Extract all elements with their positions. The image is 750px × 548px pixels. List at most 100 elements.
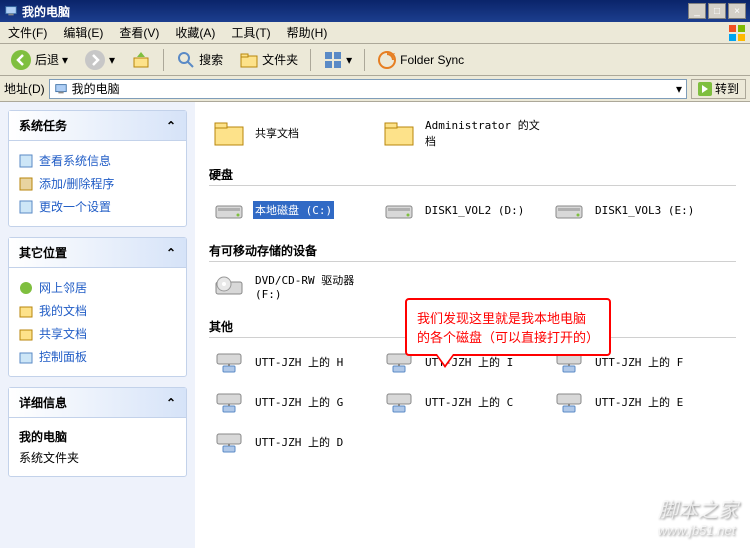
panel-system-tasks: 系统任务 ⌃ 查看系统信息 添加/删除程序 更改一个设置: [8, 110, 187, 227]
folder-icon: [383, 117, 415, 149]
drive-item[interactable]: Administrator 的文档: [379, 112, 549, 154]
callout-line2: 的各个磁盘（可以直接打开的）: [417, 327, 599, 346]
address-label: 地址(D): [4, 80, 45, 97]
drive-item[interactable]: DVD/CD-RW 驱动器 (F:): [209, 266, 379, 306]
mycomputer-icon: [54, 82, 68, 96]
maximize-button[interactable]: □: [708, 3, 726, 19]
panel-header[interactable]: 详细信息 ⌃: [9, 388, 186, 418]
link-add-remove[interactable]: 添加/删除程序: [19, 172, 176, 195]
go-label: 转到: [715, 80, 739, 97]
hdd-items-row: 本地磁盘 (C:) DISK1_VOL2 (D:) DISK1_VOL3 (E:): [209, 190, 736, 230]
drive-item[interactable]: DISK1_VOL2 (D:): [379, 190, 549, 230]
drive-item[interactable]: UTT-JZH 上的 G: [209, 382, 379, 422]
drive-item[interactable]: UTT-JZH 上的 C: [379, 382, 549, 422]
link-change-setting[interactable]: 更改一个设置: [19, 195, 176, 218]
section-hdd-title: 硬盘: [209, 166, 736, 186]
chevron-down-icon: ▾: [62, 53, 68, 67]
back-button[interactable]: 后退 ▾: [4, 46, 74, 74]
main-area: 系统任务 ⌃ 查看系统信息 添加/删除程序 更改一个设置 其它位置 ⌃ 网上邻居…: [0, 102, 750, 548]
address-value: 我的电脑: [72, 80, 672, 97]
cd-icon: [213, 270, 245, 302]
panel-title: 详细信息: [19, 394, 67, 411]
content-area: 共享文档 Administrator 的文档 硬盘 本地磁盘 (C:) DISK1_…: [195, 102, 750, 548]
panel-header[interactable]: 其它位置 ⌃: [9, 238, 186, 268]
other-items-row: UTT-JZH 上的 HUTT-JZH 上的 IUTT-JZH 上的 FUTT-…: [209, 342, 736, 462]
search-button[interactable]: 搜索: [170, 47, 229, 73]
drive-item[interactable]: DISK1_VOL3 (E:): [549, 190, 719, 230]
item-label: UTT-JZH 上的 G: [253, 393, 345, 411]
menu-help[interactable]: 帮助(H): [279, 21, 336, 44]
address-input[interactable]: 我的电脑 ▾: [49, 79, 687, 99]
minimize-button[interactable]: _: [688, 3, 706, 19]
folders-button[interactable]: 文件夹: [233, 47, 304, 73]
netdrive-icon: [553, 386, 585, 418]
chevron-down-icon[interactable]: ▾: [676, 82, 682, 96]
menu-favorites[interactable]: 收藏(A): [167, 21, 223, 44]
link-network[interactable]: 网上邻居: [19, 276, 176, 299]
views-button[interactable]: ▾: [317, 47, 358, 73]
panel-title: 其它位置: [19, 244, 67, 261]
collapse-icon[interactable]: ⌃: [166, 119, 176, 133]
menu-tools[interactable]: 工具(T): [223, 21, 278, 44]
drive-item[interactable]: 本地磁盘 (C:): [209, 190, 379, 230]
item-label: UTT-JZH 上的 E: [593, 393, 685, 411]
back-label: 后退: [35, 51, 59, 68]
annotation-callout: 我们发现这里就是我本地电脑 的各个磁盘（可以直接打开的）: [405, 298, 611, 356]
close-button[interactable]: ×: [728, 3, 746, 19]
item-label: 共享文档: [253, 124, 301, 142]
panel-title: 系统任务: [19, 117, 67, 134]
callout-arrow-icon: [435, 354, 455, 368]
section-removable-title: 有可移动存储的设备: [209, 242, 736, 262]
link-control[interactable]: 控制面板: [19, 345, 176, 368]
folder-icon: [213, 117, 245, 149]
menu-file[interactable]: 文件(F): [0, 21, 55, 44]
netdrive-icon: [213, 386, 245, 418]
window-buttons: _ □ ×: [688, 3, 746, 19]
top-items-row: 共享文档 Administrator 的文档: [209, 112, 736, 154]
toolbar-separator: [310, 49, 311, 71]
folder-sync-button[interactable]: Folder Sync: [371, 47, 470, 73]
netdrive-icon: [383, 386, 415, 418]
toolbar: 后退 ▾ ▾ 搜索 文件夹 ▾ Folder Sync: [0, 44, 750, 76]
item-label: DISK1_VOL2 (D:): [423, 203, 526, 218]
windows-flag-icon: [728, 24, 746, 42]
address-bar: 地址(D) 我的电脑 ▾ 转到: [0, 76, 750, 102]
window-title: 我的电脑: [22, 3, 688, 20]
item-label: DISK1_VOL3 (E:): [593, 203, 696, 218]
item-label: UTT-JZH 上的 H: [253, 353, 345, 371]
drive-item[interactable]: UTT-JZH 上的 D: [209, 422, 379, 462]
hdd-icon: [553, 194, 585, 226]
details-name: 我的电脑: [19, 426, 176, 447]
item-label: 本地磁盘 (C:): [253, 201, 334, 219]
collapse-icon[interactable]: ⌃: [166, 396, 176, 410]
up-button[interactable]: [125, 47, 157, 73]
panel-header[interactable]: 系统任务 ⌃: [9, 111, 186, 141]
folder-sync-label: Folder Sync: [400, 53, 464, 67]
link-mydocs[interactable]: 我的文档: [19, 299, 176, 322]
menu-view[interactable]: 查看(V): [111, 21, 167, 44]
drive-item[interactable]: UTT-JZH 上的 E: [549, 382, 719, 422]
go-button[interactable]: 转到: [691, 79, 746, 99]
hdd-icon: [213, 194, 245, 226]
forward-button[interactable]: ▾: [78, 46, 121, 74]
panel-details: 详细信息 ⌃ 我的电脑 系统文件夹: [8, 387, 187, 477]
drive-item[interactable]: UTT-JZH 上的 H: [209, 342, 379, 382]
item-label: UTT-JZH 上的 D: [253, 433, 345, 451]
netdrive-icon: [213, 346, 245, 378]
panel-other-places: 其它位置 ⌃ 网上邻居 我的文档 共享文档 控制面板: [8, 237, 187, 377]
details-type: 系统文件夹: [19, 447, 176, 468]
title-bar: 我的电脑 _ □ ×: [0, 0, 750, 22]
mycomputer-icon: [4, 4, 18, 18]
drive-item[interactable]: 共享文档: [209, 112, 379, 154]
sidebar: 系统任务 ⌃ 查看系统信息 添加/删除程序 更改一个设置 其它位置 ⌃ 网上邻居…: [0, 102, 195, 548]
collapse-icon[interactable]: ⌃: [166, 246, 176, 260]
link-shared[interactable]: 共享文档: [19, 322, 176, 345]
menu-bar: 文件(F) 编辑(E) 查看(V) 收藏(A) 工具(T) 帮助(H): [0, 22, 750, 44]
menu-edit[interactable]: 编辑(E): [55, 21, 111, 44]
netdrive-icon: [213, 426, 245, 458]
hdd-icon: [383, 194, 415, 226]
toolbar-separator: [163, 49, 164, 71]
chevron-down-icon: ▾: [109, 53, 115, 67]
link-system-info[interactable]: 查看系统信息: [19, 149, 176, 172]
callout-line1: 我们发现这里就是我本地电脑: [417, 308, 599, 327]
